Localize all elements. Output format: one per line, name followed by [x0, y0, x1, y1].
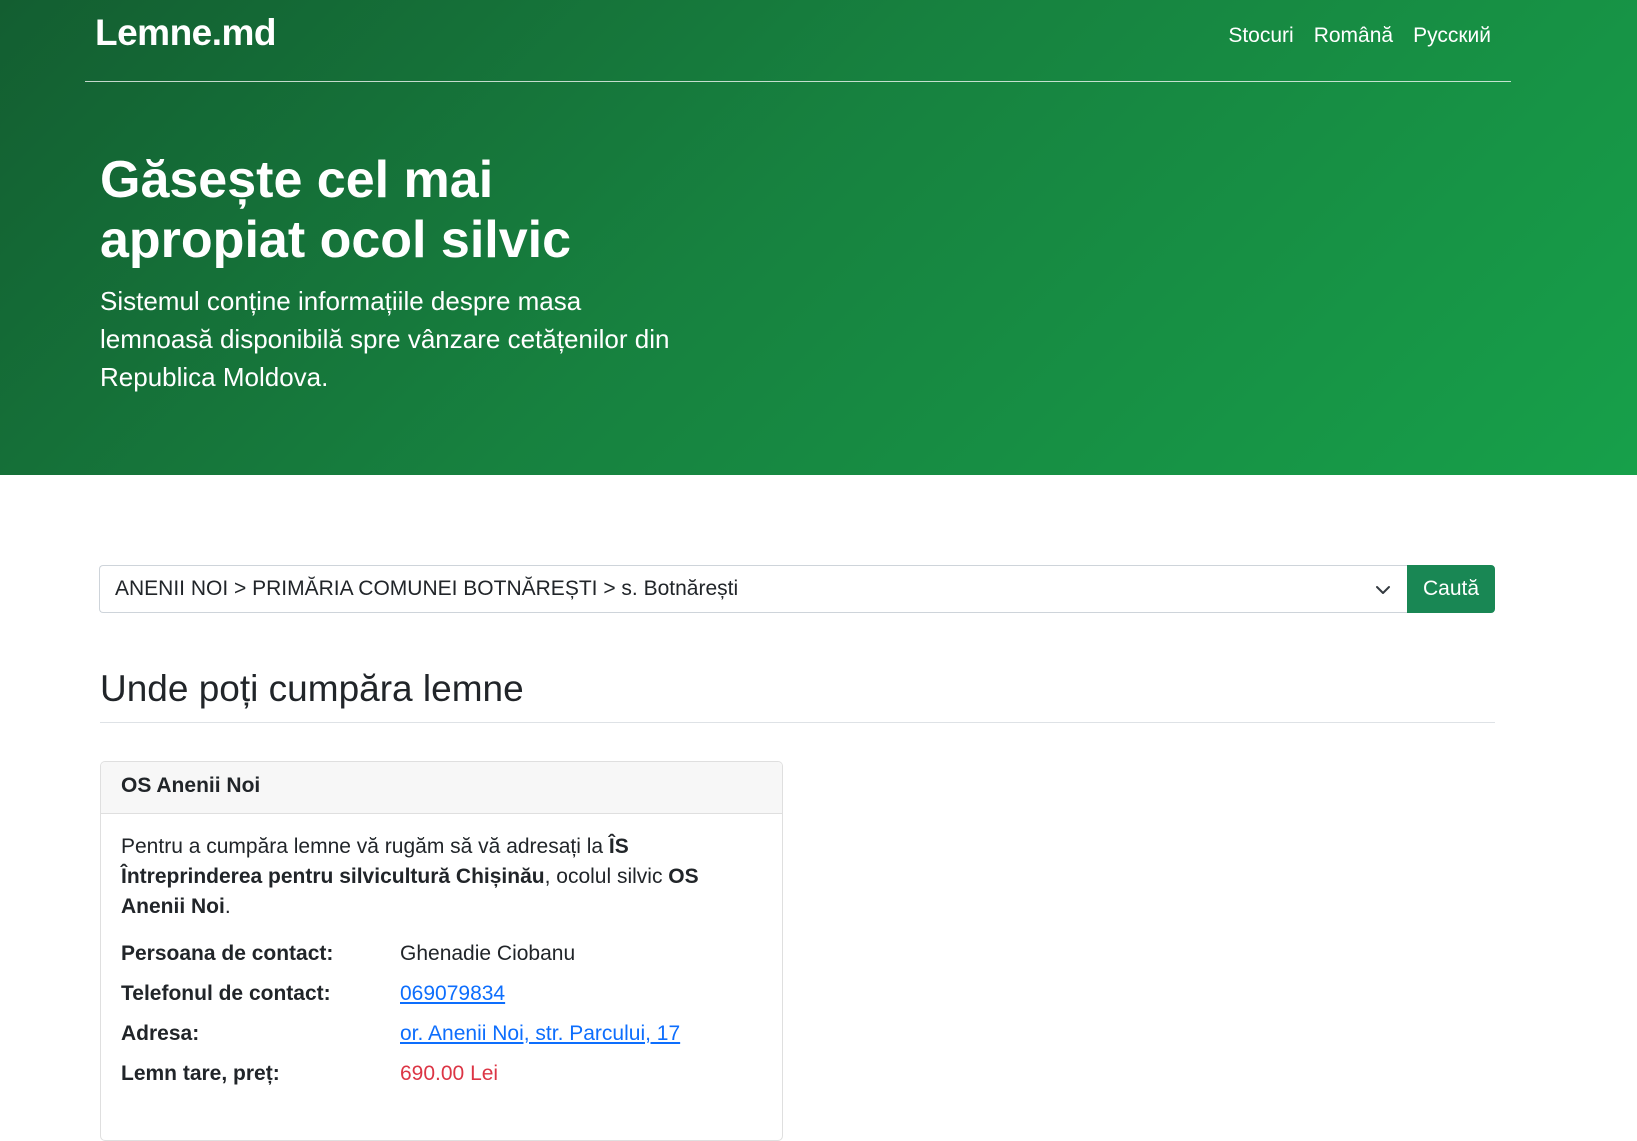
nav-link-russian[interactable]: Русский: [1413, 24, 1491, 48]
intro-suffix: .: [224, 895, 231, 918]
nav-link-stocuri[interactable]: Stocuri: [1228, 24, 1293, 48]
price-value: 690.00 Lei: [400, 1062, 499, 1085]
hero-lead: Sistemul conține informațiile despre mas…: [100, 286, 670, 392]
contact-value: Ghenadie Ciobanu: [400, 942, 576, 965]
search-button[interactable]: Caută: [1407, 565, 1495, 613]
location-select-value: ANENII NOI > PRIMĂRIA COMUNEI BOTNĂREȘTI…: [115, 577, 739, 600]
nav-links: Stocuri Română Русский: [1228, 24, 1491, 48]
address-row: Adresa: or. Anenii Noi, str. Parcului, 1…: [121, 1014, 762, 1054]
search-form: ANENII NOI > PRIMĂRIA COMUNEI BOTNĂREȘTI…: [99, 565, 1495, 613]
hero-banner: Lemne.md Stocuri Română Русский Găsește …: [0, 0, 1637, 475]
card-body: Pentru a cumpăra lemne vă rugăm să vă ad…: [101, 814, 782, 1112]
chevron-down-icon: [1376, 586, 1390, 594]
intro-prefix: Pentru a cumpăra lemne vă rugăm să vă ad…: [121, 835, 609, 858]
phone-label: Telefonul de contact:: [121, 982, 331, 1005]
phone-row: Telefonul de contact: 069079834: [121, 974, 762, 1014]
forestry-office-card: OS Anenii Noi Pentru a cumpăra lemne vă …: [100, 761, 783, 1141]
intro-middle: , ocolul silvic: [544, 865, 669, 888]
card-intro: Pentru a cumpăra lemne vă rugăm să vă ad…: [121, 832, 762, 922]
hero-title: Găsește cel mai apropiat ocol silvic: [100, 151, 572, 269]
price-row: Lemn tare, preț: 690.00 Lei: [121, 1054, 762, 1094]
price-label: Lemn tare, preț:: [121, 1062, 280, 1085]
navbar: Lemne.md Stocuri Română Русский: [85, 0, 1511, 82]
contact-row: Persoana de contact: Ghenadie Ciobanu: [121, 934, 762, 974]
address-link[interactable]: or. Anenii Noi, str. Parcului, 17: [400, 1014, 680, 1054]
address-label: Adresa:: [121, 1022, 200, 1045]
brand-logo[interactable]: Lemne.md: [95, 12, 277, 54]
section-title: Unde poți cumpăra lemne: [100, 668, 1495, 723]
phone-link[interactable]: 069079834: [400, 974, 505, 1014]
nav-link-romana[interactable]: Română: [1314, 24, 1393, 48]
card-header: OS Anenii Noi: [101, 762, 782, 814]
contact-label: Persoana de contact:: [121, 942, 334, 965]
location-select[interactable]: ANENII NOI > PRIMĂRIA COMUNEI BOTNĂREȘTI…: [99, 565, 1407, 613]
